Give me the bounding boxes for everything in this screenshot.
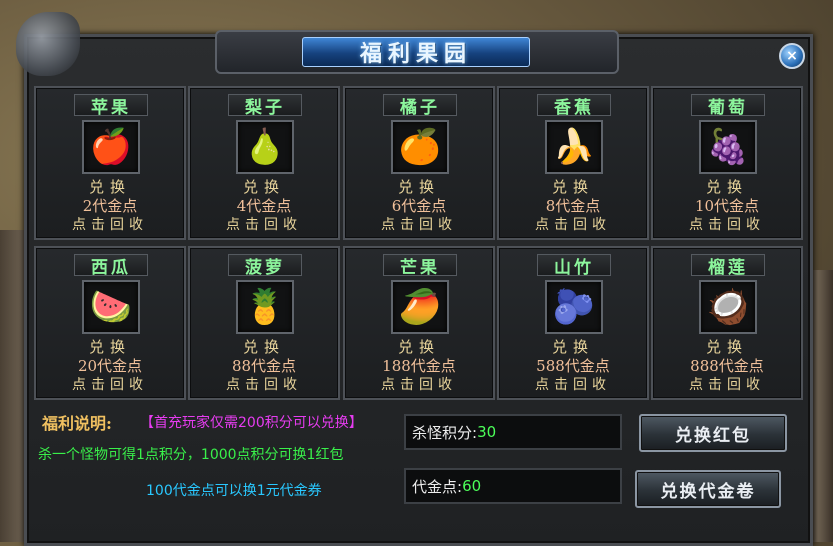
footer-panel: 福利说明: 【首充玩家仅需200积分可以兑换】 杀一个怪物可得1点积分，1000… xyxy=(34,404,800,536)
fruit-card: 榴莲 🥥 兑换 888代金点 点击回收 xyxy=(651,246,803,400)
fruit-card: 橘子 🍊 兑换 6代金点 点击回收 xyxy=(343,86,495,240)
fruit-icon: 🫐 xyxy=(552,287,596,327)
exchange-label: 兑换 xyxy=(397,338,440,356)
exchange-label: 兑换 xyxy=(88,178,131,196)
exchange-label: 兑换 xyxy=(242,178,285,196)
exchange-label: 兑换 xyxy=(705,338,748,356)
fruit-name: 苹果 xyxy=(91,97,131,118)
click-recycle-button[interactable]: 点击回收 xyxy=(499,214,647,234)
fruit-slot[interactable]: 🍌 xyxy=(545,120,603,174)
fruit-card: 苹果 🍎 兑换 2代金点 点击回收 xyxy=(34,86,186,240)
fruit-card: 梨子 🍐 兑换 4代金点 点击回收 xyxy=(188,86,340,240)
fruit-name-plate: 香蕉 xyxy=(537,94,611,118)
fruit-icon: 🍎 xyxy=(89,127,133,167)
fruit-slot[interactable]: 🍇 xyxy=(699,120,757,174)
fruit-icon: 🥥 xyxy=(706,287,750,327)
kill-points-value: 30 xyxy=(477,423,497,441)
exchange-label: 兑换 xyxy=(551,338,594,356)
fruit-card: 菠萝 🍍 兑换 88代金点 点击回收 xyxy=(188,246,340,400)
fruit-icon: 🍉 xyxy=(89,287,133,327)
fruit-name: 西瓜 xyxy=(91,257,131,278)
click-recycle-button[interactable]: 点击回收 xyxy=(36,374,184,394)
fruit-cost: 2代金点 xyxy=(82,197,138,215)
fruit-card: 山竹 🫐 兑换 588代金点 点击回收 xyxy=(497,246,649,400)
fruit-cost: 188代金点 xyxy=(382,357,456,375)
redeem-voucher-button[interactable]: 兑换代金卷 xyxy=(635,470,781,508)
exchange-label: 兑换 xyxy=(88,338,131,356)
redeem-red-packet-button[interactable]: 兑换红包 xyxy=(639,414,787,452)
fruit-cost: 6代金点 xyxy=(391,197,447,215)
fruit-name: 葡萄 xyxy=(708,97,748,118)
fruit-icon: 🍇 xyxy=(706,127,750,167)
fruit-cost: 88代金点 xyxy=(231,357,297,375)
fruit-cost: 4代金点 xyxy=(236,197,292,215)
click-recycle-button[interactable]: 点击回收 xyxy=(36,214,184,234)
exchange-label: 兑换 xyxy=(551,178,594,196)
fruit-slot[interactable]: 🍎 xyxy=(82,120,140,174)
title-plate: 福利果园 xyxy=(302,37,530,67)
fruit-card: 西瓜 🍉 兑换 20代金点 点击回收 xyxy=(34,246,186,400)
fruit-name: 芒果 xyxy=(400,257,440,278)
fruit-card: 芒果 🥭 兑换 188代金点 点击回收 xyxy=(343,246,495,400)
fruit-cost: 10代金点 xyxy=(694,197,760,215)
fruit-cost: 588代金点 xyxy=(536,357,610,375)
fruit-name-plate: 芒果 xyxy=(383,254,457,278)
fruit-icon: 🍌 xyxy=(552,127,596,167)
click-recycle-button[interactable]: 点击回收 xyxy=(499,374,647,394)
click-recycle-button[interactable]: 点击回收 xyxy=(653,214,801,234)
coupon-points-field: 代金点: 60 xyxy=(404,468,622,504)
click-recycle-button[interactable]: 点击回收 xyxy=(190,214,338,234)
fruit-name-plate: 菠萝 xyxy=(228,254,302,278)
kill-points-label: 杀怪积分: xyxy=(412,423,478,442)
fruit-name-plate: 苹果 xyxy=(74,94,148,118)
fruit-icon: 🍍 xyxy=(243,287,287,327)
coupon-points-label: 代金点: xyxy=(412,477,463,496)
fruit-icon: 🍊 xyxy=(398,127,442,167)
exchange-label: 兑换 xyxy=(242,338,285,356)
fruit-cost: 888代金点 xyxy=(690,357,764,375)
fruit-slot[interactable]: 🍊 xyxy=(391,120,449,174)
click-recycle-button[interactable]: 点击回收 xyxy=(190,374,338,394)
fruit-name: 橘子 xyxy=(400,97,440,118)
window-title: 福利果园 xyxy=(359,41,472,67)
fruit-name-plate: 梨子 xyxy=(228,94,302,118)
fruit-name-plate: 山竹 xyxy=(537,254,611,278)
fruit-name: 菠萝 xyxy=(245,257,285,278)
fruit-name: 梨子 xyxy=(245,97,285,118)
fruit-slot[interactable]: 🍉 xyxy=(82,280,140,334)
notice-label: 福利说明: xyxy=(42,414,112,433)
exchange-label: 兑换 xyxy=(397,178,440,196)
fruit-name: 香蕉 xyxy=(554,97,594,118)
fruit-name-plate: 葡萄 xyxy=(691,94,765,118)
fruit-slot[interactable]: 🍍 xyxy=(236,280,294,334)
fruit-icon: 🥭 xyxy=(398,287,442,327)
fruit-card: 葡萄 🍇 兑换 10代金点 点击回收 xyxy=(651,86,803,240)
dragon-ornament-icon xyxy=(16,12,80,76)
fruit-cost: 20代金点 xyxy=(77,357,143,375)
kill-rule-text: 杀一个怪物可得1点积分，1000点积分可换1红包 xyxy=(38,447,344,463)
close-icon[interactable]: × xyxy=(779,43,805,69)
fruit-slot[interactable]: 🥥 xyxy=(699,280,757,334)
fruit-slot[interactable]: 🫐 xyxy=(545,280,603,334)
fruit-name: 榴莲 xyxy=(708,257,748,278)
kill-points-field: 杀怪积分: 30 xyxy=(404,414,622,450)
fruit-slot[interactable]: 🍐 xyxy=(236,120,294,174)
notice-text: 【首充玩家仅需200积分可以兑换】 xyxy=(140,415,363,431)
click-recycle-button[interactable]: 点击回收 xyxy=(653,374,801,394)
coupon-points-value: 60 xyxy=(462,477,482,495)
fruit-grid: 苹果 🍎 兑换 2代金点 点击回收 梨子 🍐 兑换 4代金点 点击回收 橘子 🍊 兑换 6代金点 点击回收香… xyxy=(34,86,803,400)
fruit-icon: 🍐 xyxy=(243,127,287,167)
voucher-rule-text: 100代金点可以换1元代金券 xyxy=(146,483,322,499)
fruit-name-plate: 西瓜 xyxy=(74,254,148,278)
fruit-card: 香蕉 🍌 兑换 8代金点 点击回收 xyxy=(497,86,649,240)
exchange-label: 兑换 xyxy=(705,178,748,196)
click-recycle-button[interactable]: 点击回收 xyxy=(345,214,493,234)
fruit-name: 山竹 xyxy=(554,257,594,278)
fruit-cost: 8代金点 xyxy=(545,197,601,215)
fruit-name-plate: 榴莲 xyxy=(691,254,765,278)
click-recycle-button[interactable]: 点击回收 xyxy=(345,374,493,394)
fruit-name-plate: 橘子 xyxy=(383,94,457,118)
fruit-slot[interactable]: 🥭 xyxy=(391,280,449,334)
title-bar: 福利果园 xyxy=(215,30,619,74)
